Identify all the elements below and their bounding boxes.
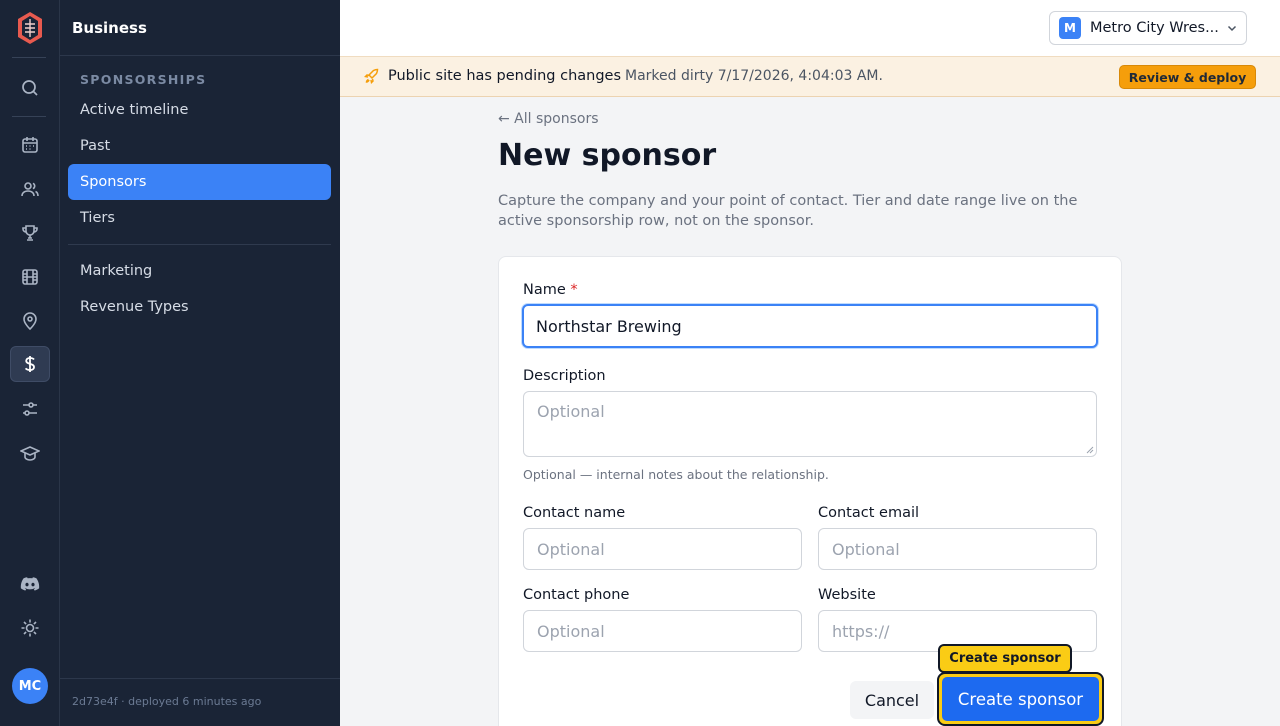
map-pin-icon[interactable]: [10, 303, 50, 339]
chevron-down-icon: [1227, 25, 1237, 32]
icon-rail: MC: [0, 0, 60, 726]
name-label-text: Name: [523, 282, 566, 298]
sliders-icon[interactable]: [10, 391, 50, 427]
banner-meta: Marked dirty 7/17/2026, 4:04:03 AM.: [625, 68, 883, 84]
page-subtitle: Capture the company and your point of co…: [498, 193, 1078, 229]
description-placeholder: Optional: [537, 402, 605, 421]
banner-message: Public site has pending changes: [388, 68, 622, 84]
sidebar-divider: [60, 55, 340, 56]
contact-phone-label: Contact phone: [523, 587, 630, 603]
rocket-icon: [364, 68, 379, 84]
sidebar-title: Business: [72, 19, 147, 37]
org-name: Metro City Wres...: [1090, 20, 1218, 36]
description-textarea[interactable]: Optional: [523, 391, 1097, 457]
back-link[interactable]: ← All sponsors: [498, 111, 599, 127]
review-deploy-button[interactable]: Review & deploy: [1119, 65, 1256, 89]
graduation-cap-icon[interactable]: [10, 435, 50, 471]
name-input[interactable]: Northstar Brewing: [522, 304, 1098, 348]
website-label: Website: [818, 587, 876, 603]
sidebar-item-active-timeline[interactable]: Active timeline: [68, 92, 331, 128]
sidebar-item-tiers[interactable]: Tiers: [68, 200, 331, 236]
trophy-icon[interactable]: [10, 215, 50, 251]
page-title: New sponsor: [498, 138, 717, 173]
top-bar: M Metro City Wres...: [340, 0, 1280, 56]
sidebar-item-past[interactable]: Past: [68, 128, 331, 164]
create-sponsor-highlight: Create sponsor: [937, 672, 1104, 726]
contact-name-label: Contact name: [523, 505, 626, 521]
create-sponsor-tooltip: Create sponsor: [938, 644, 1072, 673]
pending-changes-banner: Public site has pending changes Marked d…: [340, 56, 1280, 97]
sidebar-item-revenue-types[interactable]: Revenue Types: [68, 289, 331, 325]
calendar-icon[interactable]: [10, 127, 50, 163]
app-logo-icon[interactable]: [16, 11, 44, 45]
sidebar-item-sponsors[interactable]: Sponsors: [68, 164, 331, 200]
sidebar-divider: [68, 244, 331, 245]
deploy-info: 2d73e4f · deployed 6 minutes ago: [72, 695, 262, 708]
rail-divider: [12, 116, 46, 117]
contact-email-input[interactable]: Optional: [818, 528, 1097, 570]
resize-grip-icon[interactable]: [1086, 446, 1094, 454]
discord-icon[interactable]: [10, 566, 50, 602]
description-help-text: Optional — internal notes about the rela…: [523, 467, 829, 482]
dollar-icon[interactable]: [10, 346, 50, 382]
users-icon[interactable]: [10, 171, 50, 207]
org-switcher[interactable]: M Metro City Wres...: [1049, 11, 1247, 45]
search-icon[interactable]: [10, 70, 50, 106]
rail-divider: [12, 57, 46, 58]
user-avatar[interactable]: MC: [12, 668, 48, 704]
cancel-button[interactable]: Cancel: [850, 681, 934, 719]
required-mark: *: [570, 282, 578, 298]
description-label: Description: [523, 368, 606, 384]
contact-phone-input[interactable]: Optional: [523, 610, 802, 652]
section-sidebar: Business SPONSORSHIPS Active timeline Pa…: [60, 0, 340, 726]
create-sponsor-button[interactable]: Create sponsor: [942, 677, 1099, 721]
org-badge: M: [1059, 17, 1081, 39]
name-label: Name *: [523, 282, 578, 298]
sidebar-footer-divider: [60, 678, 340, 679]
film-icon[interactable]: [10, 259, 50, 295]
contact-email-label: Contact email: [818, 505, 920, 521]
sidebar-section-label: SPONSORSHIPS: [80, 72, 207, 87]
sidebar-item-marketing[interactable]: Marketing: [68, 253, 331, 289]
settings-icon[interactable]: [10, 610, 50, 646]
contact-name-input[interactable]: Optional: [523, 528, 802, 570]
